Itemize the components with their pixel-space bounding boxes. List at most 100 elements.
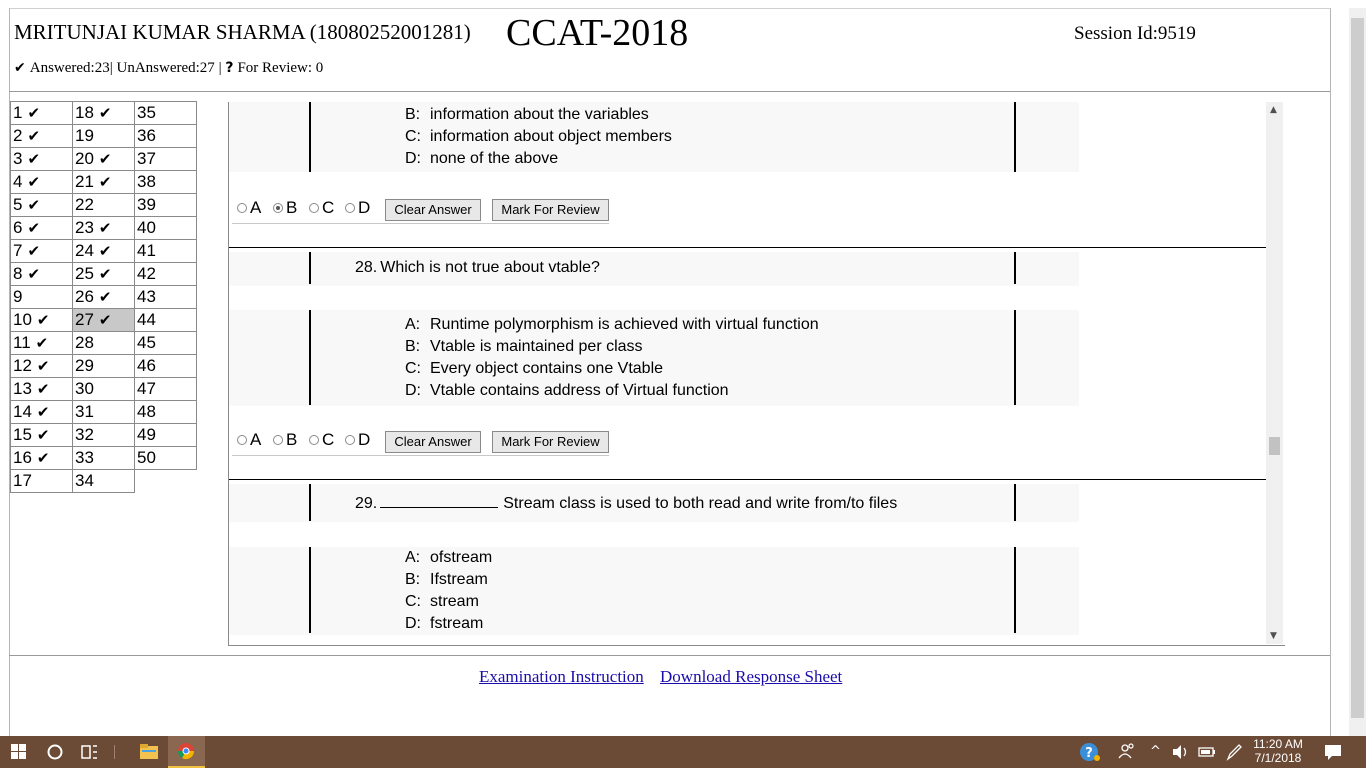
question-link-31[interactable]: 31: [72, 400, 135, 424]
question-link-6[interactable]: 6 ✔: [10, 216, 73, 240]
question-link-5[interactable]: 5 ✔: [10, 193, 73, 217]
question-link-50[interactable]: 50: [134, 446, 197, 470]
task-view-icon[interactable]: [80, 736, 100, 768]
radio-label[interactable]: B: [286, 430, 297, 450]
pen-icon[interactable]: [1224, 736, 1244, 768]
question-link-10[interactable]: 10 ✔: [10, 308, 73, 332]
question-link-38[interactable]: 38: [134, 170, 197, 194]
question-link-3[interactable]: 3 ✔: [10, 147, 73, 171]
question-scrollbar[interactable]: ▲ ▼: [1266, 102, 1283, 644]
taskbar-clock[interactable]: 11:20 AM 7/1/2018: [1250, 737, 1306, 765]
q27-mark-for-review-button[interactable]: Mark For Review: [492, 199, 609, 221]
question-link-37[interactable]: 37: [134, 147, 197, 171]
question-link-30[interactable]: 30: [72, 377, 135, 401]
question-link-39[interactable]: 39: [134, 193, 197, 217]
question-number: 33: [75, 448, 94, 467]
question-link-1[interactable]: 1 ✔: [10, 101, 73, 125]
battery-icon[interactable]: [1197, 736, 1217, 768]
notification-icon[interactable]: [1323, 736, 1343, 768]
radio-label[interactable]: C: [322, 198, 334, 218]
question-link-2[interactable]: 2 ✔: [10, 124, 73, 148]
help-question-icon[interactable]: ?: [1078, 736, 1102, 768]
volume-icon[interactable]: [1171, 736, 1191, 768]
examination-instruction-link[interactable]: Examination Instruction: [479, 667, 644, 686]
q29-left-rule-2: [309, 547, 311, 633]
people-icon[interactable]: [1117, 736, 1137, 768]
option-letter: C:: [405, 593, 421, 610]
question-link-21[interactable]: 21 ✔: [72, 170, 135, 194]
question-link-13[interactable]: 13 ✔: [10, 377, 73, 401]
q27-radio-a[interactable]: [237, 203, 247, 213]
q27-clear-answer-button[interactable]: Clear Answer: [385, 199, 481, 221]
question-link-23[interactable]: 23 ✔: [72, 216, 135, 240]
question-link-43[interactable]: 43: [134, 285, 197, 309]
question-link-18[interactable]: 18 ✔: [72, 101, 135, 125]
question-link-12[interactable]: 12 ✔: [10, 354, 73, 378]
q28-radio-d[interactable]: [345, 435, 355, 445]
chrome-taskbar-item[interactable]: [168, 736, 205, 768]
scroll-down-icon[interactable]: ▼: [1270, 631, 1277, 641]
q27-radio-d[interactable]: [345, 203, 355, 213]
question-link-29[interactable]: 29: [72, 354, 135, 378]
question-link-35[interactable]: 35: [134, 101, 197, 125]
radio-label[interactable]: D: [358, 198, 370, 218]
question-link-45[interactable]: 45: [134, 331, 197, 355]
question-link-20[interactable]: 20 ✔: [72, 147, 135, 171]
q28-radio-c[interactable]: [309, 435, 319, 445]
radio-label[interactable]: A: [250, 198, 261, 218]
question-link-44[interactable]: 44: [134, 308, 197, 332]
q28-radio-a[interactable]: [237, 435, 247, 445]
question-link-11[interactable]: 11 ✔: [10, 331, 73, 355]
question-link-42[interactable]: 42: [134, 262, 197, 286]
question-link-46[interactable]: 46: [134, 354, 197, 378]
question-number: 43: [137, 287, 156, 306]
download-response-sheet-link[interactable]: Download Response Sheet: [660, 667, 842, 686]
unanswered-count: UnAnswered:27: [116, 60, 215, 76]
page-scrollbar[interactable]: [1349, 8, 1366, 736]
question-link-14[interactable]: 14 ✔: [10, 400, 73, 424]
question-link-19[interactable]: 19: [72, 124, 135, 148]
question-link-16[interactable]: 16 ✔: [10, 446, 73, 470]
question-link-22[interactable]: 22: [72, 193, 135, 217]
q29-right-rule: [1014, 484, 1016, 521]
question-link-4[interactable]: 4 ✔: [10, 170, 73, 194]
question-link-34[interactable]: 34: [72, 469, 135, 493]
q28-radio-b[interactable]: [273, 435, 283, 445]
question-link-48[interactable]: 48: [134, 400, 197, 424]
q28-mark-for-review-button[interactable]: Mark For Review: [492, 431, 609, 453]
question-link-17[interactable]: 17: [10, 469, 73, 493]
question-link-24[interactable]: 24 ✔: [72, 239, 135, 263]
question-link-15[interactable]: 15 ✔: [10, 423, 73, 447]
question-link-8[interactable]: 8 ✔: [10, 262, 73, 286]
navigator-row: 2 ✔ 19 36: [10, 124, 197, 148]
q27-radio-c[interactable]: [309, 203, 319, 213]
question-link-28[interactable]: 28: [72, 331, 135, 355]
scrollbar-thumb[interactable]: [1269, 437, 1280, 455]
question-link-41[interactable]: 41: [134, 239, 197, 263]
q28-clear-answer-button[interactable]: Clear Answer: [385, 431, 481, 453]
question-separator: [229, 247, 1267, 248]
radio-label[interactable]: B: [286, 198, 297, 218]
file-explorer-icon[interactable]: [139, 736, 159, 768]
chevron-up-icon[interactable]: ^: [1150, 736, 1164, 768]
footer-divider: [9, 655, 1330, 656]
question-link-27[interactable]: 27 ✔: [72, 308, 135, 332]
question-link-49[interactable]: 49: [134, 423, 197, 447]
question-link-7[interactable]: 7 ✔: [10, 239, 73, 263]
question-link-26[interactable]: 26 ✔: [72, 285, 135, 309]
page-scrollbar-thumb[interactable]: [1351, 18, 1364, 718]
question-link-36[interactable]: 36: [134, 124, 197, 148]
question-link-47[interactable]: 47: [134, 377, 197, 401]
radio-label[interactable]: A: [250, 430, 261, 450]
question-link-33[interactable]: 33: [72, 446, 135, 470]
windows-start-icon[interactable]: [10, 736, 28, 768]
scroll-up-icon[interactable]: ▲: [1270, 105, 1277, 115]
question-link-40[interactable]: 40: [134, 216, 197, 240]
radio-label[interactable]: C: [322, 430, 334, 450]
radio-label[interactable]: D: [358, 430, 370, 450]
cortana-search-icon[interactable]: [45, 736, 65, 768]
question-link-32[interactable]: 32: [72, 423, 135, 447]
q27-radio-b[interactable]: [273, 203, 283, 213]
question-link-25[interactable]: 25 ✔: [72, 262, 135, 286]
question-link-9[interactable]: 9: [10, 285, 73, 309]
